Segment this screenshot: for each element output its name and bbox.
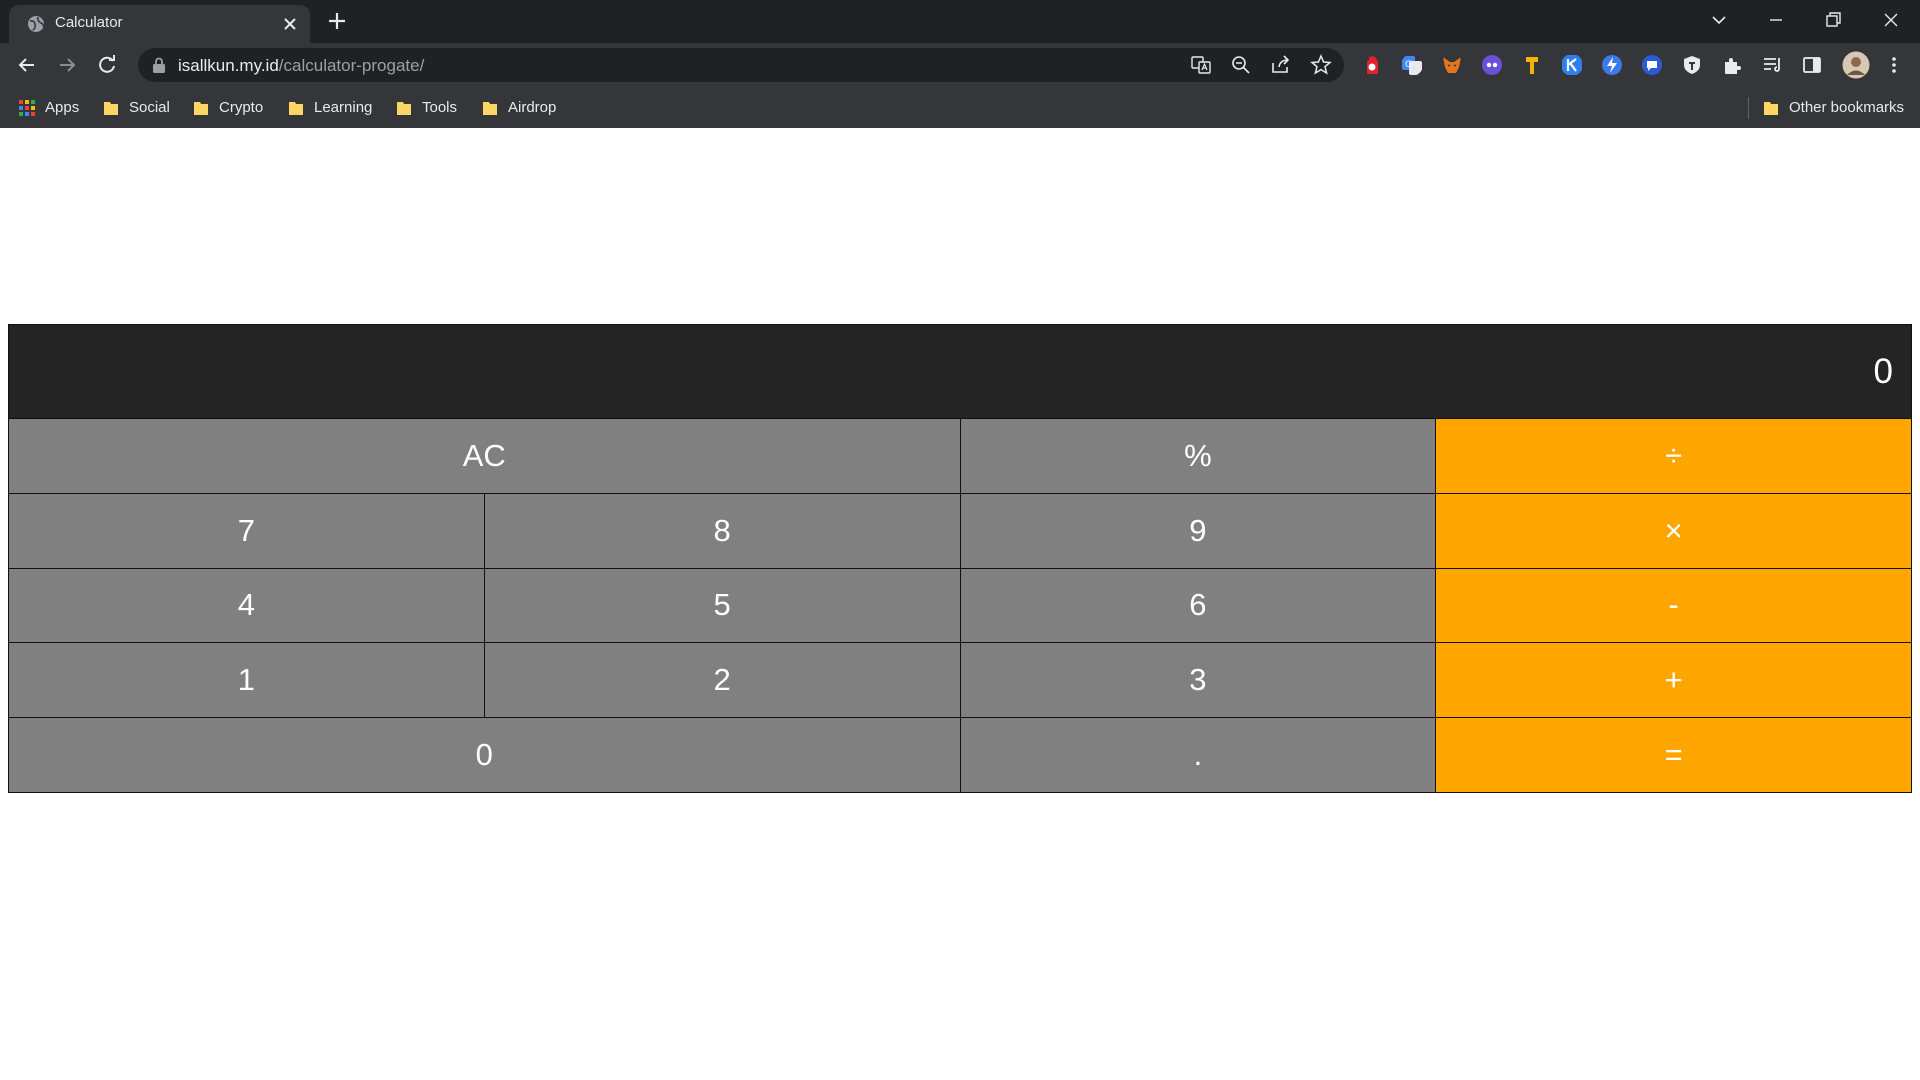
browser-toolbar: isallkun.my.id/calculator-progate/ G [0,43,1920,87]
address-bar[interactable]: isallkun.my.id/calculator-progate/ [138,48,1344,82]
zoom-out-icon[interactable] [1230,54,1252,76]
extensions-puzzle-icon[interactable] [1721,54,1743,76]
google-translate-extension-icon[interactable]: G [1401,54,1423,76]
bookmark-airdrop[interactable]: Airdrop [482,87,556,128]
multiply-button[interactable]: × [1436,493,1911,568]
reading-list-icon[interactable] [1761,54,1783,76]
minus-button[interactable]: - [1436,568,1911,643]
folder-icon [483,101,497,115]
apps-grid-icon [19,99,35,116]
nine-button[interactable]: 9 [960,493,1436,568]
close-window-icon[interactable] [1879,8,1903,32]
bookmark-label: Airdrop [508,99,557,116]
purple-extension-icon[interactable] [1481,54,1503,76]
bookmark-tools[interactable]: Tools [396,87,457,128]
ac-button[interactable]: AC [9,419,960,493]
folder-icon [397,101,411,115]
five-button[interactable]: 5 [484,568,960,643]
eight-button[interactable]: 8 [484,493,960,568]
new-tab-icon[interactable] [326,10,348,32]
bookmark-label: Apps [45,99,80,116]
url-domain: isallkun.my.id [178,56,279,75]
side-panel-icon[interactable] [1801,54,1823,76]
svg-text:G: G [1405,60,1412,70]
globe-icon [28,16,45,32]
keplr-k-icon[interactable] [1561,54,1583,76]
lock-icon[interactable] [152,57,166,73]
folder-icon [1764,101,1778,115]
two-button[interactable]: 2 [484,643,960,718]
star-bookmark-icon[interactable] [1310,54,1332,76]
profile-avatar[interactable] [1842,51,1870,79]
more-menu-icon[interactable] [1883,54,1905,76]
decimal-button[interactable]: . [960,718,1436,792]
chat-extension-icon[interactable] [1641,54,1663,76]
bookmark-label: Crypto [219,99,264,116]
translate-icon[interactable] [1190,54,1212,76]
close-tab-icon[interactable] [280,14,300,34]
calculator-display: 0 [9,325,1911,418]
folder-icon [104,101,118,115]
calculator: 0 AC % ÷ 7 8 9 × 4 5 6 - 1 2 3 + 0 . = [8,324,1912,793]
bookmark-other-bookmarks[interactable]: Other bookmarks [1763,87,1904,128]
seven-button[interactable]: 7 [9,493,484,568]
calculator-keypad: AC % ÷ 7 8 9 × 4 5 6 - 1 2 3 + 0 . = [9,419,1911,792]
zero-button[interactable]: 0 [9,718,960,792]
restore-icon[interactable] [1821,8,1845,32]
bookmark-label: Learning [314,99,373,116]
six-button[interactable]: 6 [960,568,1436,643]
folder-icon [289,101,303,115]
bookmark-crypto[interactable]: Crypto [193,87,263,128]
percent-button[interactable]: % [960,419,1436,493]
tab-calculator[interactable]: Calculator [9,5,310,43]
one-button[interactable]: 1 [9,643,484,718]
bookmarks-bar: Apps Social Crypto Learning Tools Airdro… [0,87,1920,128]
folder-icon [194,101,208,115]
share-icon[interactable] [1270,54,1292,76]
bookmark-social[interactable]: Social [103,87,170,128]
bookmark-learning[interactable]: Learning [288,87,372,128]
forward-icon[interactable] [55,53,79,77]
shield-extension-icon[interactable] [1681,54,1703,76]
four-button[interactable]: 4 [9,568,484,643]
key-extension-icon[interactable] [1521,54,1543,76]
tab-strip: Calculator [0,0,1920,43]
three-button[interactable]: 3 [960,643,1436,718]
bookmark-apps[interactable]: Apps [19,87,79,128]
minimize-icon[interactable] [1764,8,1788,32]
equals-button[interactable]: = [1436,718,1911,792]
divide-button[interactable]: ÷ [1436,419,1911,493]
bookmark-label: Social [129,99,170,116]
lightning-extension-icon[interactable] [1601,54,1623,76]
tab-title: Calculator [55,14,123,31]
back-icon[interactable] [15,53,39,77]
adblock-extension-icon[interactable] [1361,54,1383,76]
bookmarks-divider [1748,97,1749,119]
reload-icon[interactable] [95,53,119,77]
url-text[interactable]: isallkun.my.id/calculator-progate/ [178,56,424,76]
plus-button[interactable]: + [1436,643,1911,718]
metamask-fox-icon[interactable] [1441,54,1463,76]
tab-search-icon[interactable] [1707,8,1731,32]
bookmark-label: Tools [422,99,458,116]
url-path: /calculator-progate/ [278,56,425,75]
bookmark-label: Other bookmarks [1789,99,1905,116]
